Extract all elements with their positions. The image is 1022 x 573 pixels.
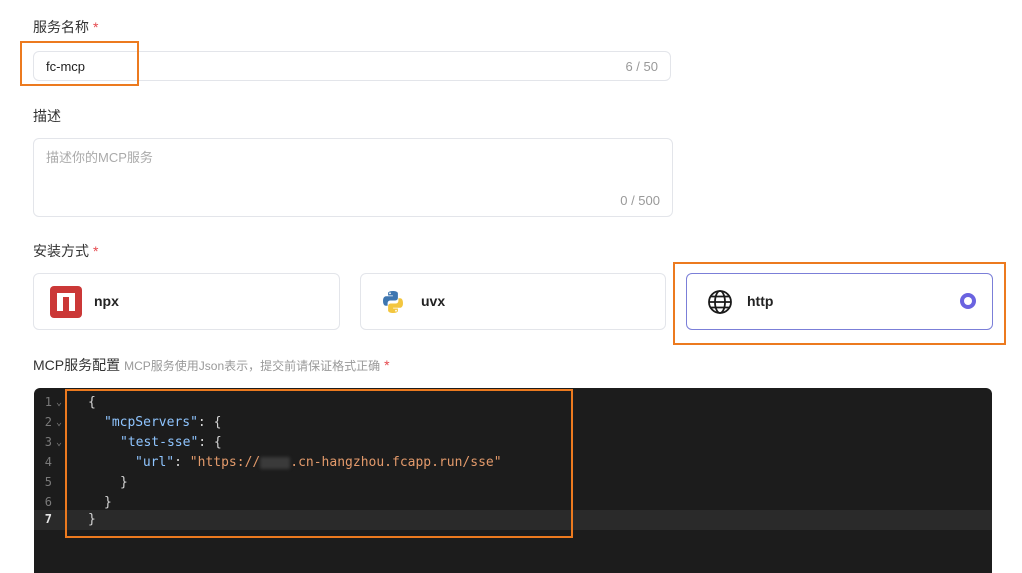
line-number: 5	[44, 475, 52, 489]
json-key: "url"	[135, 455, 175, 470]
globe-icon	[707, 289, 733, 315]
line-number: 4	[44, 455, 52, 469]
install-method-label-text: 安装方式	[33, 243, 89, 259]
json-string: .cn-hangzhou.fcapp.run/sse"	[290, 455, 502, 470]
line-number: 2	[44, 415, 52, 429]
description-textarea[interactable]: 描述你的MCP服务 0 / 500	[33, 138, 673, 217]
radio-selected-indicator[interactable]	[960, 293, 976, 309]
json-key: "test-sse"	[120, 435, 199, 450]
code-text: }	[88, 512, 96, 527]
json-key: "mcpServers"	[104, 415, 198, 430]
code-text: }	[104, 495, 112, 510]
code-line: 3 ⌄ "test-sse": {	[34, 433, 992, 453]
code-line-active: 7 }	[34, 510, 992, 530]
fold-chevron-icon[interactable]: ⌄	[56, 397, 62, 408]
description-label: 描述	[33, 106, 61, 126]
mcp-config-code-editor[interactable]: 1 ⌄ { 2 ⌄ "mcpServers": { 3 ⌄ "test-sse"…	[34, 388, 992, 573]
code-text: : {	[198, 435, 222, 450]
fold-chevron-icon[interactable]: ⌄	[56, 437, 62, 448]
npm-icon	[50, 286, 82, 318]
service-name-input[interactable]: fc-mcp 6 / 50	[33, 51, 671, 81]
line-number: 7	[44, 512, 52, 526]
install-method-label: 安装方式 *	[33, 241, 98, 261]
line-number: 1	[44, 395, 52, 409]
code-text: : {	[197, 415, 222, 430]
line-number: 3	[44, 435, 52, 449]
code-line: 4 "url": "https:// .cn-hangzhou.fcapp.run…	[34, 453, 992, 473]
install-option-uvx[interactable]: uvx	[360, 273, 666, 330]
code-text: }	[120, 475, 128, 490]
description-label-text: 描述	[33, 108, 61, 124]
code-line: 2 ⌄ "mcpServers": {	[34, 413, 992, 433]
code-line: 1 ⌄ {	[34, 393, 992, 413]
code-text: :	[174, 455, 190, 470]
service-name-counter: 6 / 50	[625, 59, 658, 74]
service-name-label-text: 服务名称	[33, 19, 89, 35]
install-option-http[interactable]: http	[686, 273, 993, 330]
service-name-value: fc-mcp	[46, 59, 85, 74]
service-name-label: 服务名称 *	[33, 17, 98, 37]
required-mark: *	[93, 19, 99, 35]
fold-chevron-icon[interactable]: ⌄	[56, 417, 62, 428]
required-mark: *	[384, 357, 390, 373]
json-string: "https://	[189, 455, 261, 470]
description-counter: 0 / 500	[620, 193, 660, 208]
mcp-config-hint: MCP服务使用Json表示，提交前请保证格式正确	[124, 359, 381, 373]
code-text: {	[88, 395, 96, 410]
code-line: 5 }	[34, 473, 992, 493]
redacted-blur	[260, 456, 291, 469]
mcp-config-label: MCP服务配置 MCP服务使用Json表示，提交前请保证格式正确 *	[33, 355, 390, 375]
description-placeholder: 描述你的MCP服务	[46, 150, 153, 165]
install-option-npx[interactable]: npx	[33, 273, 340, 330]
install-option-uvx-label: uvx	[421, 293, 446, 309]
required-mark: *	[93, 243, 99, 259]
python-icon	[377, 286, 409, 318]
line-number: 6	[44, 495, 52, 509]
install-option-npx-label: npx	[94, 293, 119, 309]
install-option-http-label: http	[747, 293, 774, 309]
mcp-config-label-text: MCP服务配置	[33, 357, 121, 373]
